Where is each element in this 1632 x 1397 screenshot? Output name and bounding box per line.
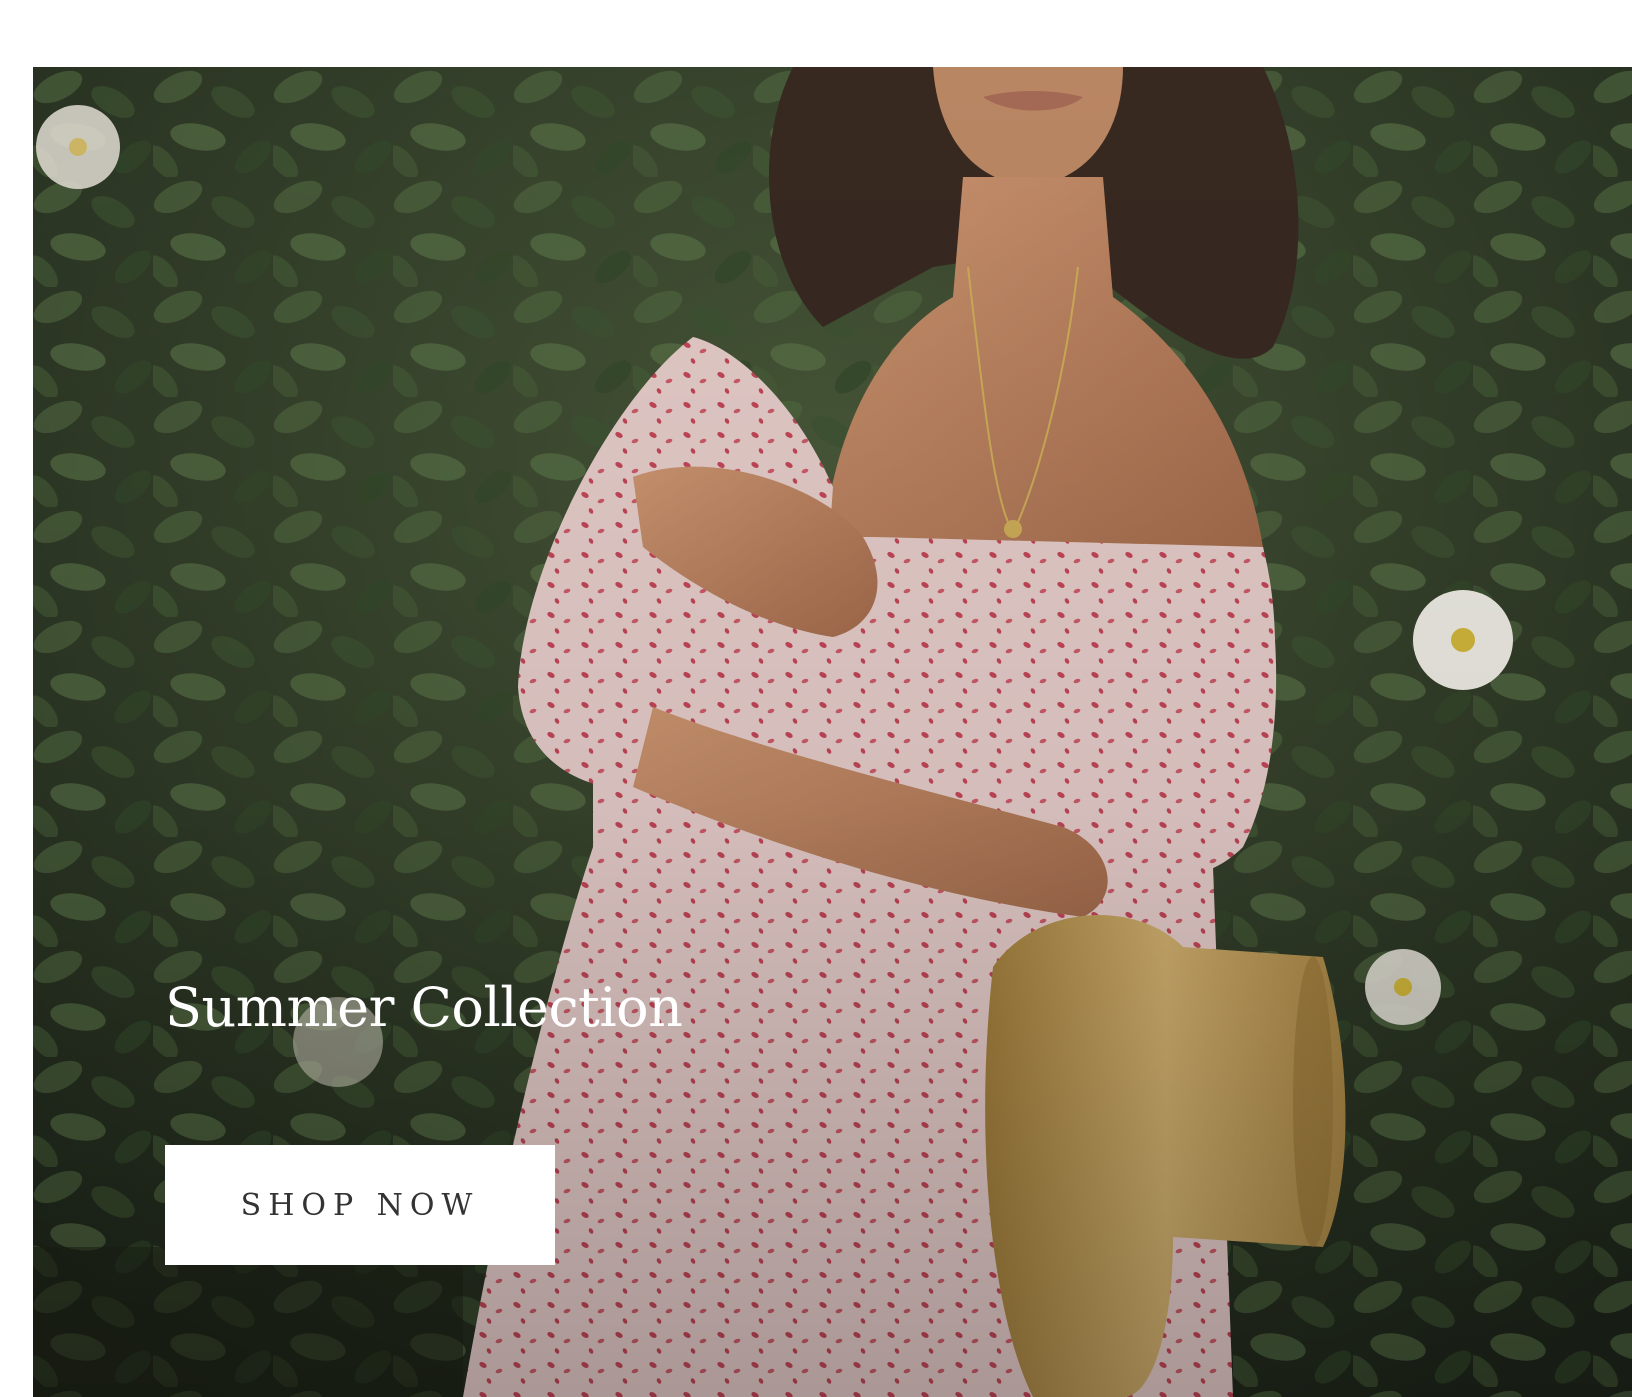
flower-left-top xyxy=(36,105,120,189)
shop-now-button[interactable]: SHOP NOW xyxy=(165,1145,555,1265)
flower-right xyxy=(1413,590,1513,690)
hero-banner: Summer Collection SHOP NOW xyxy=(33,67,1632,1397)
hero-title: Summer Collection xyxy=(165,976,683,1039)
page: Summer Collection SHOP NOW xyxy=(0,0,1632,1397)
flower-right-lower xyxy=(1365,949,1441,1025)
